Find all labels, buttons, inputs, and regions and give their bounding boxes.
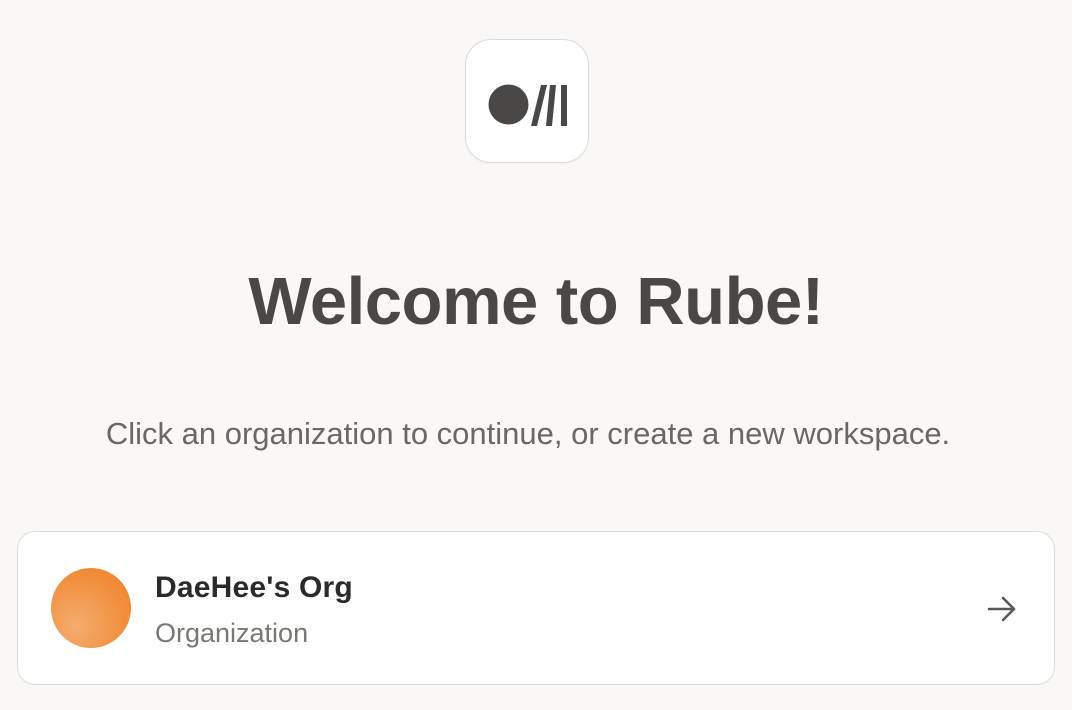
- org-type-label: Organization: [155, 618, 309, 648]
- org-card[interactable]: DaeHee's Org Organization: [17, 531, 1055, 685]
- rube-logo-icon: [488, 84, 567, 126]
- welcome-page: Welcome to Rube! Click an organization t…: [0, 0, 1072, 710]
- org-avatar: [51, 568, 131, 648]
- page-title: Welcome to Rube!: [248, 264, 824, 339]
- rube-logo: [465, 39, 589, 163]
- arrow-right-icon[interactable]: [986, 593, 1018, 625]
- org-name: DaeHee's Org: [155, 571, 353, 604]
- page-subtitle: Click an organization to continue, or cr…: [105, 416, 951, 451]
